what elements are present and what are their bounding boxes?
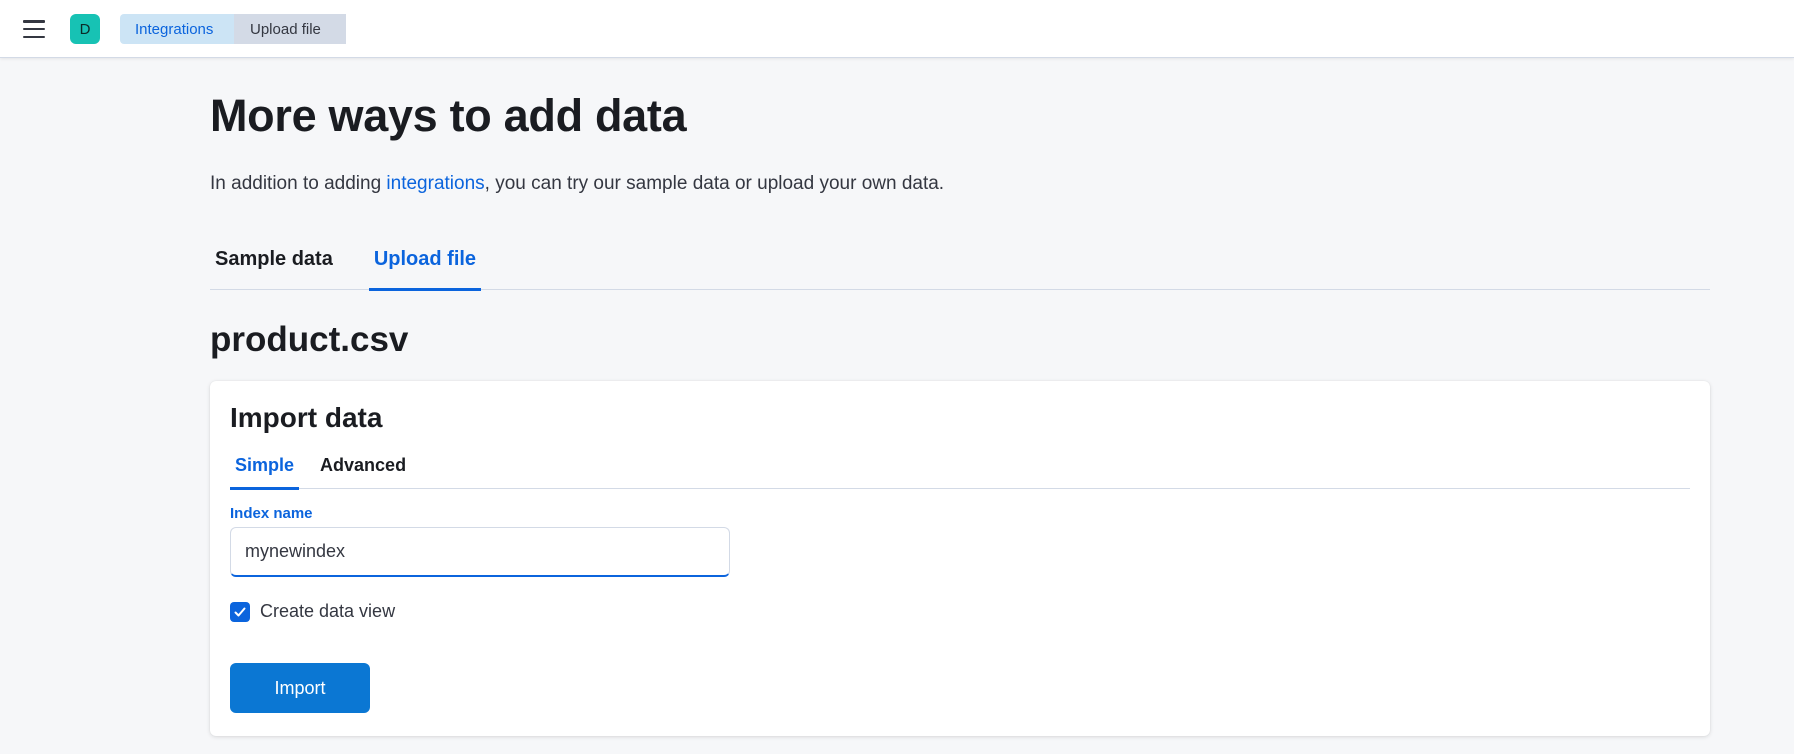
checkmark-icon	[234, 607, 246, 616]
import-data-title: Import data	[230, 402, 383, 433]
import-mode-tabs: Simple Advanced	[230, 441, 1690, 490]
intro-text-before: In addition to adding	[210, 173, 387, 194]
intro-text: In addition to adding integrations, you …	[210, 173, 944, 195]
breadcrumb-integrations[interactable]: Integrations	[120, 14, 240, 44]
breadcrumb: Integrations Upload file	[120, 14, 346, 44]
add-data-tabs: Sample data Upload file	[210, 228, 1710, 291]
hamburger-menu-icon[interactable]	[22, 18, 46, 40]
tab-simple[interactable]: Simple	[230, 441, 300, 490]
file-name-heading: product.csv	[210, 320, 409, 359]
create-data-view-checkbox[interactable]	[230, 601, 250, 622]
breadcrumb-upload-file: Upload file	[234, 14, 346, 44]
intro-text-after: , you can try our sample data or upload …	[484, 173, 945, 194]
tab-upload-file[interactable]: Upload file	[368, 228, 482, 291]
tab-sample-data[interactable]: Sample data	[210, 228, 338, 290]
index-name-label: Index name	[230, 505, 313, 522]
space-avatar[interactable]: D	[70, 14, 100, 44]
create-data-view-option[interactable]: Create data view	[230, 601, 395, 622]
index-name-input[interactable]	[230, 527, 730, 577]
page-title: More ways to add data	[210, 90, 687, 141]
create-data-view-label: Create data view	[260, 601, 396, 621]
tab-advanced[interactable]: Advanced	[315, 441, 411, 489]
import-button[interactable]: Import	[230, 663, 370, 713]
integrations-link[interactable]: integrations	[386, 173, 484, 194]
import-data-panel: Import data Simple Advanced Index name C…	[210, 381, 1710, 736]
top-header: D Integrations Upload file	[0, 0, 1794, 58]
